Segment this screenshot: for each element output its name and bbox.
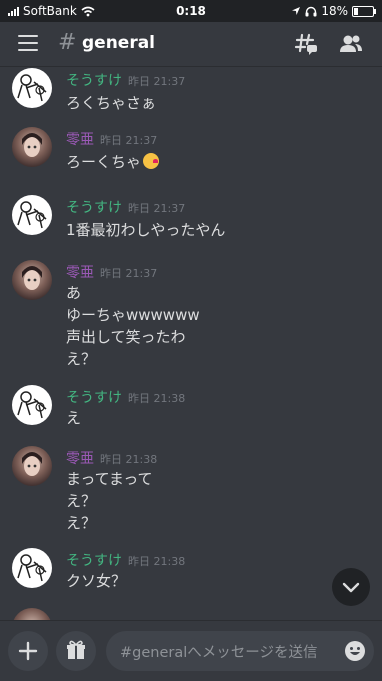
headphones-icon <box>305 6 317 16</box>
plus-icon <box>18 641 38 661</box>
message-text: クソ女？ <box>66 572 127 590</box>
channel-header: # general <box>0 22 382 67</box>
message-line: ろーくちゃ <box>66 151 160 172</box>
timestamp: 昨日 21:38 <box>128 392 186 405</box>
message-header: そうすけ 昨日 21:38 <box>66 387 185 407</box>
message-text: まってまって <box>66 470 153 488</box>
kissing-emoji-icon <box>143 153 160 169</box>
hash-icon: # <box>58 30 77 55</box>
timestamp: 昨日 21:37 <box>128 75 186 88</box>
message-text: ゆーちゃwwwwww <box>66 306 200 324</box>
message-input[interactable]: #generalへメッセージを送信 <box>106 631 374 671</box>
author-name[interactable]: 零亜 <box>66 132 94 148</box>
message-header: 零亜 昨日 21:38 <box>66 448 157 468</box>
message-text: あ <box>66 284 82 302</box>
message-text: え <box>66 409 82 427</box>
status-right: 18% <box>291 4 376 18</box>
message-header: 零亜 昨日 21:37 <box>66 129 157 149</box>
timestamp: 昨日 21:37 <box>128 202 186 215</box>
author-name[interactable]: そうすけ <box>66 73 122 89</box>
channel-title: general <box>82 33 156 53</box>
timestamp: 昨日 21:37 <box>100 134 158 147</box>
message-composer: #generalへメッセージを送信 <box>0 620 382 681</box>
avatar[interactable] <box>12 548 52 588</box>
author-name[interactable]: 零亜 <box>66 451 94 467</box>
avatar[interactable] <box>12 385 52 425</box>
gift-button[interactable] <box>56 631 96 671</box>
status-bar: SoftBank 0:18 18% <box>0 0 382 22</box>
message-text: ろーくちゃ <box>66 153 142 171</box>
avatar[interactable] <box>12 608 52 620</box>
author-name[interactable]: そうすけ <box>66 390 122 406</box>
menu-icon[interactable] <box>18 35 38 51</box>
battery-percent: 18% <box>321 4 348 18</box>
timestamp: 昨日 21:38 <box>128 555 186 568</box>
avatar[interactable] <box>12 446 52 486</box>
timestamp: 昨日 21:38 <box>100 453 158 466</box>
attach-button[interactable] <box>8 631 48 671</box>
message-text: 1番最初わしやったやん <box>66 221 226 239</box>
message-input-placeholder: #generalへメッセージを送信 <box>120 645 318 661</box>
author-name[interactable]: そうすけ <box>66 553 122 569</box>
members-icon[interactable] <box>338 32 364 56</box>
message-header: そうすけ 昨日 21:38 <box>66 550 185 570</box>
gift-icon <box>67 640 85 659</box>
jump-to-bottom-button[interactable] <box>332 568 370 606</box>
message-text: え？ <box>66 514 97 532</box>
message-text: え？ <box>66 350 97 368</box>
message-header: 零亜 昨日 21:37 <box>66 262 157 282</box>
avatar[interactable] <box>12 127 52 167</box>
message-header: そうすけ 昨日 21:37 <box>66 70 185 90</box>
message-text: え？ <box>66 492 97 510</box>
avatar[interactable] <box>12 260 52 300</box>
message-list[interactable]: そうすけ 昨日 21:37 ろくちゃさぁ 零亜 昨日 21:37 ろーくちゃ そうす… <box>0 66 382 620</box>
message-text: ろくちゃさぁ <box>66 94 157 112</box>
chevron-down-icon <box>342 582 360 593</box>
emoji-icon[interactable] <box>344 640 366 662</box>
threads-icon[interactable] <box>294 32 318 56</box>
message-header: そうすけ 昨日 21:37 <box>66 197 185 217</box>
battery-icon <box>352 5 376 17</box>
avatar[interactable] <box>12 195 52 235</box>
author-name[interactable]: そうすけ <box>66 200 122 216</box>
avatar[interactable] <box>12 68 52 108</box>
location-icon <box>292 7 301 15</box>
message-text: 声出して笑ったわ <box>66 328 186 346</box>
timestamp: 昨日 21:37 <box>100 267 158 280</box>
author-name[interactable]: 零亜 <box>66 265 94 281</box>
